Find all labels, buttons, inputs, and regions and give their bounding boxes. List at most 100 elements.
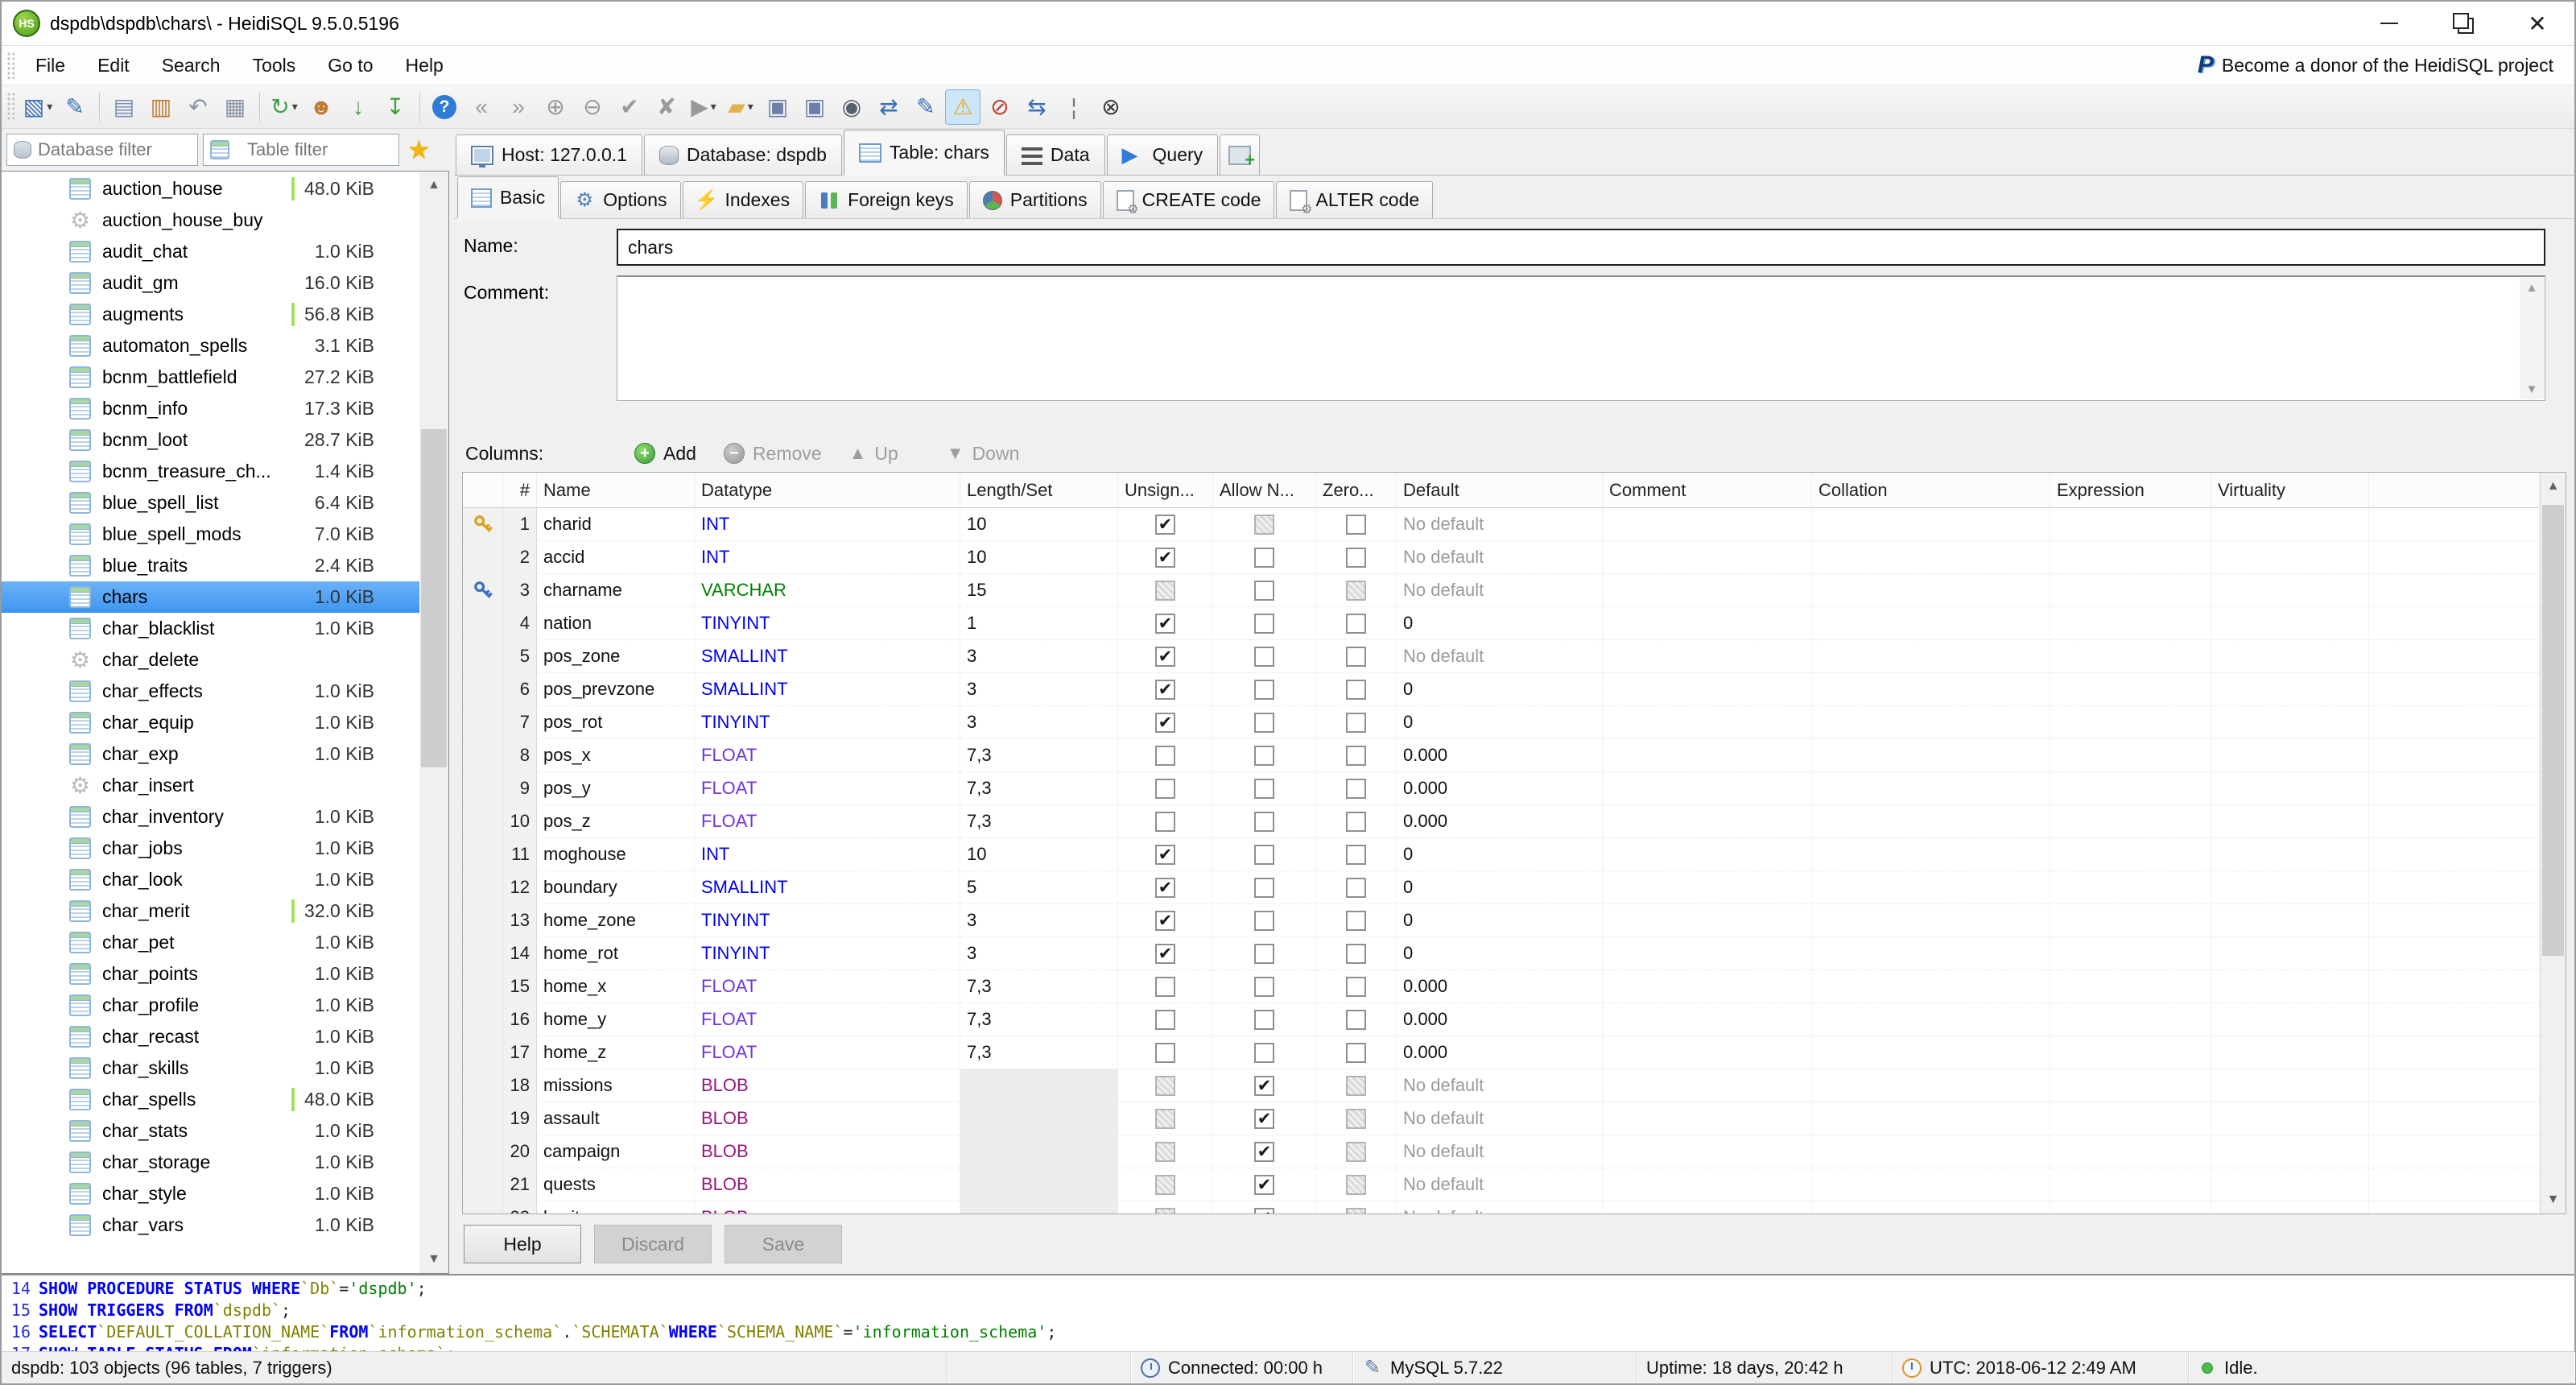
- unsigned-checkbox[interactable]: ✔: [1155, 680, 1175, 700]
- column-row-home_zone[interactable]: 13home_zoneTINYINT3✔0: [463, 904, 2540, 937]
- move-down-button[interactable]: ▼ Down: [947, 443, 1020, 465]
- add-column-button[interactable]: + Add: [634, 443, 696, 465]
- discard-button[interactable]: Discard: [594, 1225, 712, 1263]
- main-tab-table-chars[interactable]: Table: chars: [844, 130, 1005, 175]
- sidebar-item-blue_spell_list[interactable]: blue_spell_list6.4 KiB: [2, 487, 419, 519]
- subtab-alter-code[interactable]: ALTER code: [1276, 181, 1433, 218]
- sidebar-item-chars[interactable]: chars1.0 KiB: [2, 581, 419, 613]
- unsigned-checkbox[interactable]: [1155, 1076, 1175, 1096]
- zerofill-checkbox[interactable]: [1346, 845, 1366, 865]
- unsigned-checkbox[interactable]: ✔: [1155, 647, 1175, 667]
- subtab-options[interactable]: ⚙Options: [560, 181, 680, 218]
- subtab-foreign-keys[interactable]: Foreign keys: [805, 181, 968, 218]
- restore-button[interactable]: [2426, 2, 2500, 45]
- print-button[interactable]: ▦: [217, 89, 253, 125]
- zerofill-checkbox[interactable]: [1346, 647, 1366, 667]
- dropdown-caret-icon[interactable]: ▾: [711, 100, 716, 114]
- column-row-home_z[interactable]: 17home_zFLOAT7,30.000: [463, 1036, 2540, 1069]
- allow-null-checkbox[interactable]: [1254, 944, 1274, 964]
- table-name-input[interactable]: chars: [617, 229, 2545, 266]
- sidebar-item-char_equip[interactable]: char_equip1.0 KiB: [2, 707, 419, 738]
- grid-scroll-up-icon[interactable]: ▲: [2541, 473, 2566, 500]
- column-row-moghouse[interactable]: 11moghouseINT10✔0: [463, 838, 2540, 871]
- new-query-tab-button[interactable]: [1220, 134, 1260, 175]
- session-manager-button[interactable]: ▧▾: [20, 89, 56, 125]
- zerofill-checkbox[interactable]: [1346, 977, 1366, 997]
- menu-item-file[interactable]: File: [19, 46, 81, 85]
- grid-scroll-down-icon[interactable]: ▼: [2541, 1186, 2566, 1213]
- unsigned-checkbox[interactable]: ✔: [1155, 614, 1175, 634]
- zerofill-checkbox[interactable]: [1346, 944, 1366, 964]
- main-tab-database-dspdb[interactable]: Database: dspdb: [644, 134, 842, 175]
- copy-button[interactable]: ▤: [106, 89, 142, 125]
- zerofill-checkbox[interactable]: [1346, 515, 1366, 535]
- main-tab-data[interactable]: Data: [1006, 134, 1105, 175]
- column-header-collation[interactable]: Collation: [1812, 473, 2050, 507]
- unsigned-checkbox[interactable]: ✔: [1155, 878, 1175, 898]
- column-header-[interactable]: #: [503, 473, 537, 507]
- unsigned-checkbox[interactable]: ✔: [1155, 548, 1175, 568]
- minimize-button[interactable]: [2352, 2, 2426, 45]
- column-row-pos_y[interactable]: 9pos_yFLOAT7,30.000: [463, 772, 2540, 805]
- subtab-create-code[interactable]: CREATE code: [1103, 181, 1275, 218]
- column-row-home_rot[interactable]: 14home_rotTINYINT3✔0: [463, 937, 2540, 970]
- column-row-home_x[interactable]: 15home_xFLOAT7,30.000: [463, 970, 2540, 1003]
- column-header-lengthset[interactable]: Length/Set: [960, 473, 1118, 507]
- unsigned-checkbox[interactable]: [1155, 779, 1175, 799]
- sidebar-item-char_blacklist[interactable]: char_blacklist1.0 KiB: [2, 613, 419, 644]
- cancel-operation-button[interactable]: ⊗: [1093, 89, 1129, 125]
- sql-log-panel[interactable]: 14SHOW PROCEDURE STATUS WHERE `Db`='dspd…: [2, 1274, 2574, 1351]
- zerofill-checkbox[interactable]: [1346, 812, 1366, 832]
- allow-null-checkbox[interactable]: ✔: [1254, 1109, 1274, 1129]
- allow-null-checkbox[interactable]: [1254, 977, 1274, 997]
- sidebar-item-audit_chat[interactable]: audit_chat1.0 KiB: [2, 236, 419, 267]
- zerofill-checkbox[interactable]: [1346, 680, 1366, 700]
- scroll-up-icon[interactable]: ▲: [419, 172, 448, 199]
- unsigned-checkbox[interactable]: [1155, 581, 1175, 601]
- save-button[interactable]: Save: [724, 1225, 842, 1263]
- nav-first-button[interactable]: «: [464, 89, 499, 125]
- sidebar-item-char_storage[interactable]: char_storage1.0 KiB: [2, 1147, 419, 1178]
- column-row-pos_z[interactable]: 10pos_zFLOAT7,30.000: [463, 805, 2540, 838]
- open-sql-file-button[interactable]: ▰▾: [723, 89, 758, 125]
- zerofill-checkbox[interactable]: [1346, 1010, 1366, 1030]
- export-database-button[interactable]: ↓: [341, 89, 376, 125]
- allow-null-checkbox[interactable]: [1254, 515, 1274, 535]
- menu-item-search[interactable]: Search: [146, 46, 237, 85]
- stop-on-errors-button[interactable]: ⚠: [945, 89, 980, 125]
- allow-null-checkbox[interactable]: [1254, 647, 1274, 667]
- help-button[interactable]: Help: [464, 1225, 581, 1263]
- subtab-indexes[interactable]: ⚡Indexes: [683, 181, 804, 218]
- sidebar-item-automaton_spells[interactable]: automaton_spells3.1 KiB: [2, 330, 419, 362]
- sidebar-item-bcnm_loot[interactable]: bcnm_loot28.7 KiB: [2, 424, 419, 456]
- database-filter-input[interactable]: Database filter: [6, 134, 198, 166]
- comment-scrollbar[interactable]: ▲▼: [2520, 278, 2544, 399]
- user-manager-button[interactable]: ☻: [303, 89, 339, 125]
- zerofill-checkbox[interactable]: [1346, 779, 1366, 799]
- donor-link[interactable]: P Become a donor of the HeidiSQL project: [2198, 52, 2574, 79]
- column-row-keyitems[interactable]: 22keyitemsBLOB✔No default: [463, 1201, 2540, 1213]
- column-row-charname[interactable]: 3charnameVARCHAR15No default: [463, 574, 2540, 607]
- allow-null-checkbox[interactable]: [1254, 878, 1274, 898]
- sidebar-item-audit_gm[interactable]: audit_gm16.0 KiB: [2, 267, 419, 299]
- zerofill-checkbox[interactable]: [1346, 614, 1366, 634]
- sidebar-item-char_insert[interactable]: char_insert: [2, 770, 419, 801]
- sidebar-item-char_effects[interactable]: char_effects1.0 KiB: [2, 676, 419, 707]
- post-changes-button[interactable]: ✔: [612, 89, 647, 125]
- unsigned-checkbox[interactable]: [1155, 1142, 1175, 1162]
- column-row-assault[interactable]: 19assaultBLOB✔No default: [463, 1102, 2540, 1135]
- refresh-button[interactable]: ↻▾: [266, 89, 302, 125]
- column-row-pos_zone[interactable]: 5pos_zoneSMALLINT3✔No default: [463, 640, 2540, 673]
- allow-null-checkbox[interactable]: [1254, 1010, 1274, 1030]
- zerofill-checkbox[interactable]: [1346, 1043, 1366, 1063]
- column-row-nation[interactable]: 4nationTINYINT1✔0: [463, 607, 2540, 640]
- unsigned-checkbox[interactable]: [1155, 1010, 1175, 1030]
- column-row-charid[interactable]: 1charidINT10✔No default: [463, 508, 2540, 541]
- sidebar-item-char_points[interactable]: char_points1.0 KiB: [2, 958, 419, 990]
- allow-null-checkbox[interactable]: ✔: [1254, 1175, 1274, 1195]
- allow-null-checkbox[interactable]: [1254, 812, 1274, 832]
- column-header-expression[interactable]: Expression: [2050, 473, 2211, 507]
- sidebar-item-char_skills[interactable]: char_skills1.0 KiB: [2, 1052, 419, 1084]
- sidebar-item-bcnm_info[interactable]: bcnm_info17.3 KiB: [2, 393, 419, 424]
- sidebar-item-char_delete[interactable]: char_delete: [2, 644, 419, 676]
